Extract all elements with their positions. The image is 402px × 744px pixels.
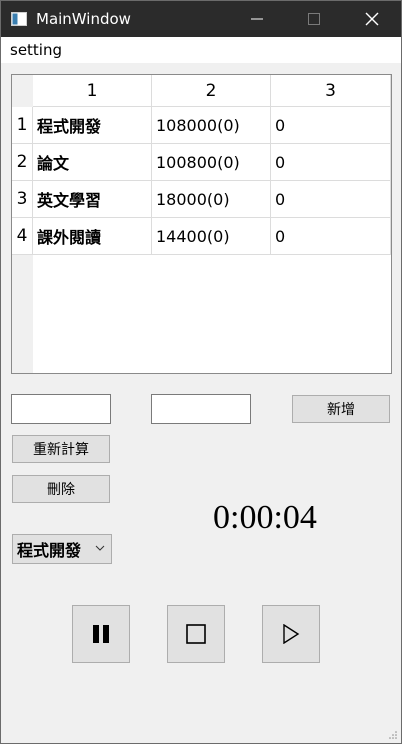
add-button[interactable]: 新增 bbox=[292, 395, 390, 423]
main-window: MainWindow setting 1 2 3 1 程式開發 108000(0… bbox=[0, 0, 402, 744]
window-title: MainWindow bbox=[36, 10, 131, 28]
row-header[interactable]: 1 bbox=[12, 107, 33, 144]
maximize-icon bbox=[308, 13, 320, 25]
timer-display: 0:00:04 bbox=[213, 499, 317, 536]
table-cell[interactable]: 英文學習 bbox=[33, 181, 152, 218]
stop-icon bbox=[186, 624, 206, 644]
column-header[interactable]: 1 bbox=[33, 75, 152, 107]
chevron-down-icon bbox=[95, 545, 105, 551]
row-header[interactable]: 4 bbox=[12, 218, 33, 255]
pause-button[interactable] bbox=[72, 605, 130, 663]
row-header[interactable]: 2 bbox=[12, 144, 33, 181]
resize-grip-icon[interactable] bbox=[388, 730, 398, 740]
table-cell[interactable]: 0 bbox=[271, 218, 391, 255]
minimize-button[interactable] bbox=[228, 1, 286, 37]
title-bar[interactable]: MainWindow bbox=[1, 1, 401, 37]
table-cell[interactable]: 0 bbox=[271, 181, 391, 218]
minimize-icon bbox=[251, 18, 263, 20]
app-icon bbox=[11, 12, 27, 26]
recalculate-button[interactable]: 重新計算 bbox=[12, 435, 110, 463]
maximize-button[interactable] bbox=[285, 1, 343, 37]
close-button[interactable] bbox=[343, 1, 401, 37]
row-header[interactable]: 3 bbox=[12, 181, 33, 218]
category-select[interactable]: 程式開發 bbox=[12, 534, 112, 564]
stop-button[interactable] bbox=[167, 605, 225, 663]
table-cell[interactable]: 18000(0) bbox=[152, 181, 271, 218]
table-cell[interactable]: 0 bbox=[271, 107, 391, 144]
delete-button[interactable]: 刪除 bbox=[12, 475, 110, 503]
value-input[interactable] bbox=[151, 394, 251, 424]
table-cell[interactable]: 0 bbox=[271, 144, 391, 181]
close-icon bbox=[365, 12, 379, 26]
column-header[interactable]: 2 bbox=[152, 75, 271, 107]
table-cell[interactable]: 課外閱讀 bbox=[33, 218, 152, 255]
data-table[interactable]: 1 2 3 1 程式開發 108000(0) 0 2 論文 100800(0) … bbox=[11, 74, 392, 374]
name-input[interactable] bbox=[11, 394, 111, 424]
table-cell[interactable]: 100800(0) bbox=[152, 144, 271, 181]
play-button[interactable] bbox=[262, 605, 320, 663]
menu-bar: setting bbox=[1, 37, 401, 63]
table-cell[interactable]: 論文 bbox=[33, 144, 152, 181]
table-cell[interactable]: 14400(0) bbox=[152, 218, 271, 255]
menu-item-setting[interactable]: setting bbox=[10, 41, 62, 59]
table-cell[interactable]: 108000(0) bbox=[152, 107, 271, 144]
table-corner[interactable] bbox=[12, 75, 33, 107]
table-cell[interactable]: 程式開發 bbox=[33, 107, 152, 144]
category-select-value: 程式開發 bbox=[17, 541, 82, 560]
column-header[interactable]: 3 bbox=[271, 75, 391, 107]
pause-icon bbox=[93, 625, 109, 643]
play-icon bbox=[283, 624, 300, 644]
